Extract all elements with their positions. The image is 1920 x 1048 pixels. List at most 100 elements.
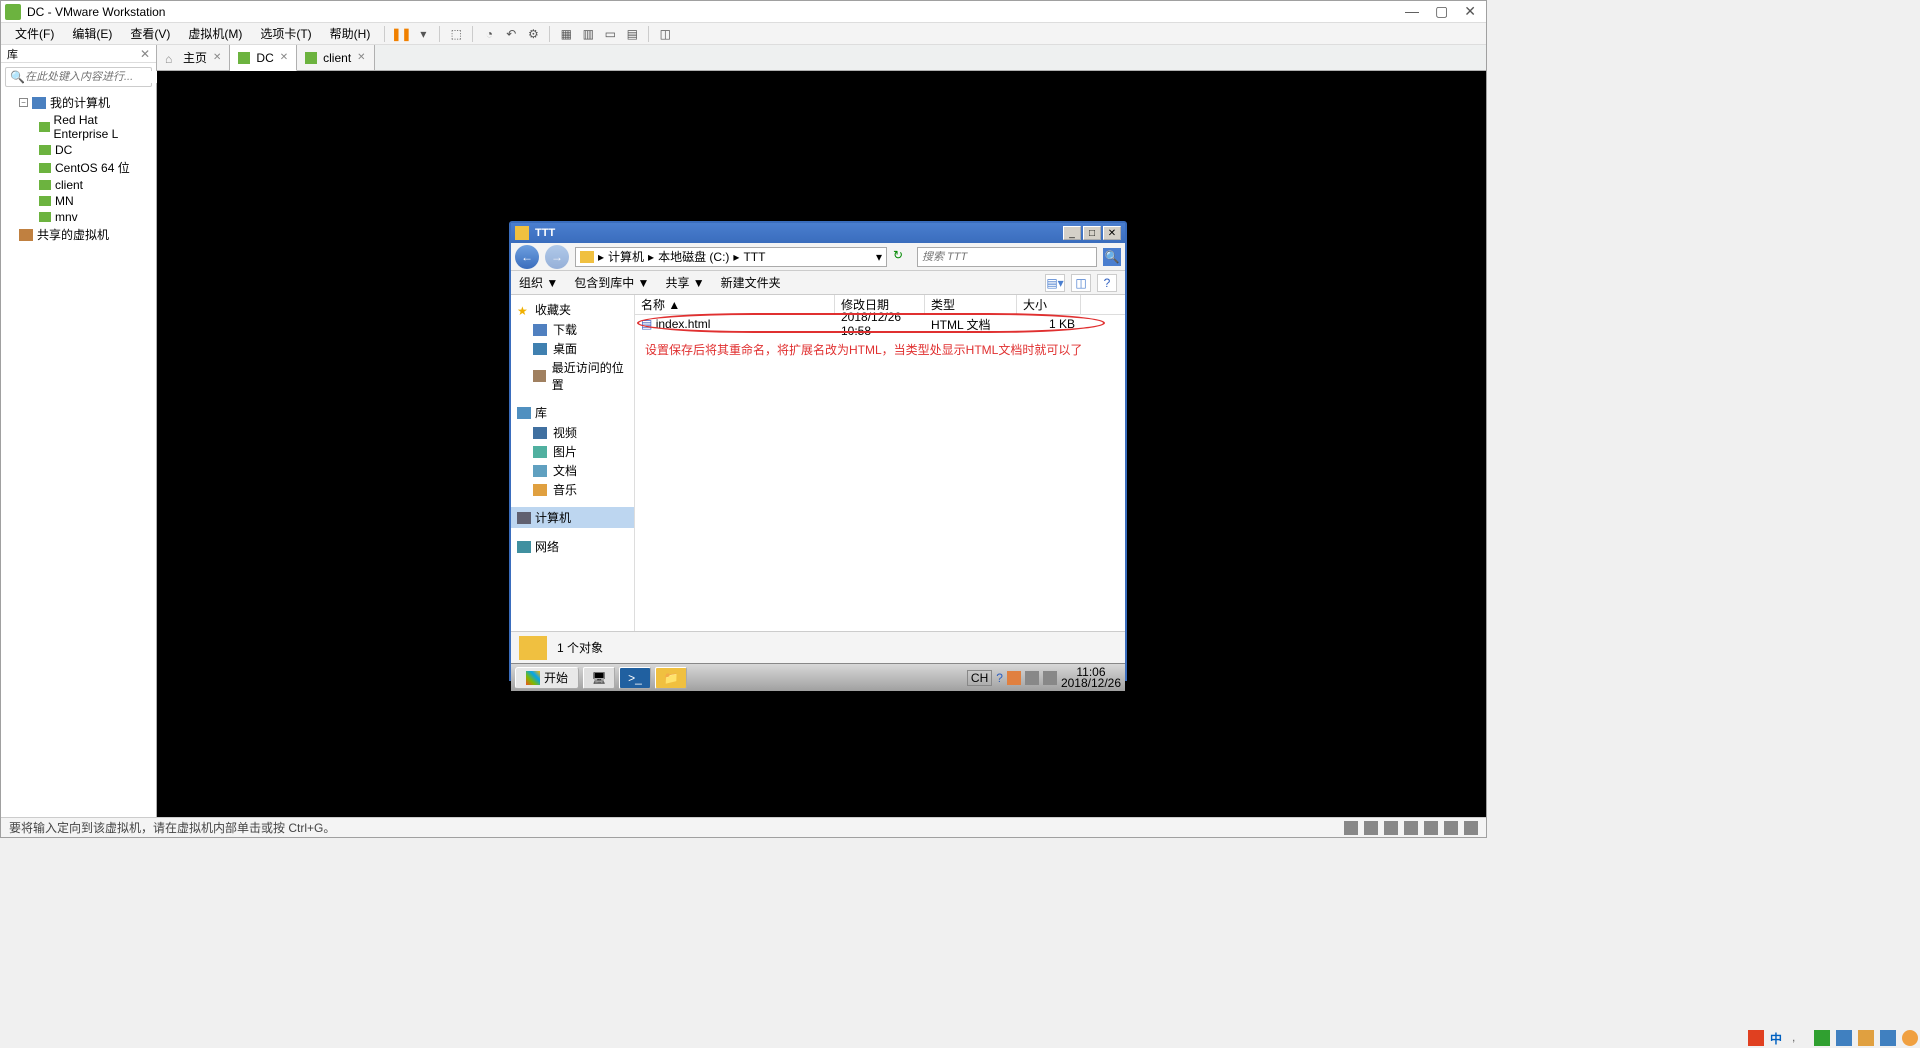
tree-vm-mnv[interactable]: mnv bbox=[5, 209, 152, 225]
tree-vm-client[interactable]: client bbox=[5, 177, 152, 193]
nav-favorites[interactable]: ★收藏夹 bbox=[511, 299, 634, 320]
lang-cn-icon[interactable]: 中 bbox=[1770, 1030, 1786, 1046]
view-unity-icon[interactable]: ▥ bbox=[578, 24, 598, 44]
tray-network-icon[interactable] bbox=[1025, 671, 1039, 685]
tab-close-icon[interactable]: ✕ bbox=[357, 52, 365, 63]
back-button[interactable]: ← bbox=[515, 245, 539, 269]
revert-icon[interactable]: ↶ bbox=[501, 24, 521, 44]
tree-vm-centos[interactable]: CentOS 64 位 bbox=[5, 158, 152, 177]
column-size[interactable]: 大小 bbox=[1017, 295, 1081, 314]
nav-computer[interactable]: 计算机 bbox=[511, 507, 634, 528]
explorer-search[interactable] bbox=[917, 247, 1097, 267]
nav-documents[interactable]: 文档 bbox=[511, 461, 634, 480]
tab-close-icon[interactable]: ✕ bbox=[280, 52, 288, 63]
status-hdd-icon[interactable] bbox=[1344, 821, 1358, 835]
organize-menu[interactable]: 组织 ▼ bbox=[519, 274, 558, 291]
start-button[interactable]: 开始 bbox=[515, 667, 579, 689]
nav-music[interactable]: 音乐 bbox=[511, 480, 634, 499]
search-input[interactable] bbox=[922, 251, 1092, 263]
share-menu[interactable]: 共享 ▼ bbox=[665, 274, 704, 291]
taskbar-powershell-icon[interactable]: >_ bbox=[619, 667, 651, 689]
maximize-button[interactable]: ▢ bbox=[1435, 3, 1448, 20]
menu-view[interactable]: 查看(V) bbox=[122, 23, 178, 44]
status-display-icon[interactable] bbox=[1464, 821, 1478, 835]
close-button[interactable]: ✕ bbox=[1103, 226, 1121, 240]
nav-library[interactable]: 库 bbox=[511, 402, 634, 423]
breadcrumb-disk[interactable]: 本地磁盘 (C:) bbox=[658, 248, 729, 265]
maximize-button[interactable]: □ bbox=[1083, 226, 1101, 240]
help-icon[interactable]: ? bbox=[996, 671, 1003, 685]
preview-pane-icon[interactable]: ◫ bbox=[1071, 274, 1091, 292]
menu-vm[interactable]: 虚拟机(M) bbox=[180, 23, 250, 44]
search-input[interactable] bbox=[25, 71, 168, 83]
taskbar-server-icon[interactable]: 🖥 bbox=[583, 667, 615, 689]
nav-recent[interactable]: 最近访问的位置 bbox=[511, 358, 634, 394]
suspend-icon[interactable]: ⬚ bbox=[446, 24, 466, 44]
nav-downloads[interactable]: 下载 bbox=[511, 320, 634, 339]
status-printer-icon[interactable] bbox=[1444, 821, 1458, 835]
tray-sound-icon[interactable] bbox=[1043, 671, 1057, 685]
menu-edit[interactable]: 编辑(E) bbox=[64, 23, 120, 44]
breadcrumb-folder[interactable]: TTT bbox=[743, 250, 765, 264]
view-fullscreen-icon[interactable]: ▭ bbox=[600, 24, 620, 44]
menu-file[interactable]: 文件(F) bbox=[7, 23, 62, 44]
explorer-titlebar[interactable]: TTT _ □ ✕ bbox=[511, 223, 1125, 243]
help-icon[interactable]: ? bbox=[1097, 274, 1117, 292]
view-menu-icon[interactable]: ▤▾ bbox=[1045, 274, 1065, 292]
pause-button[interactable]: ❚❚ bbox=[391, 24, 411, 44]
tray-icon[interactable]: , bbox=[1792, 1030, 1808, 1046]
tree-shared[interactable]: 共享的虚拟机 bbox=[5, 225, 152, 244]
keyboard-icon[interactable] bbox=[1836, 1030, 1852, 1046]
new-folder-button[interactable]: 新建文件夹 bbox=[721, 274, 781, 291]
dropdown-icon[interactable]: ▾ bbox=[413, 24, 433, 44]
collapse-icon[interactable]: − bbox=[19, 98, 28, 107]
close-button[interactable]: ✕ bbox=[1464, 3, 1476, 20]
vm-console[interactable]: TTT _ □ ✕ ← → ▸ 计算机 ▸ 本地磁盘 (C:) bbox=[157, 71, 1486, 817]
tree-vm-rhel[interactable]: Red Hat Enterprise L bbox=[5, 112, 152, 142]
include-menu[interactable]: 包含到库中 ▼ bbox=[574, 274, 649, 291]
nav-desktop[interactable]: 桌面 bbox=[511, 339, 634, 358]
minimize-button[interactable]: _ bbox=[1063, 226, 1081, 240]
view-multi-icon[interactable]: ▤ bbox=[622, 24, 642, 44]
nav-videos[interactable]: 视频 bbox=[511, 423, 634, 442]
taskbar-explorer-icon[interactable]: 📁 bbox=[655, 667, 687, 689]
sidebar-search[interactable]: 🔍 bbox=[5, 67, 152, 87]
tab-home[interactable]: ⌂ 主页 ✕ bbox=[157, 45, 230, 70]
tab-dc[interactable]: DC ✕ bbox=[230, 45, 297, 71]
status-cd-icon[interactable] bbox=[1364, 821, 1378, 835]
nav-network[interactable]: 网络 bbox=[511, 536, 634, 557]
tab-client[interactable]: client ✕ bbox=[297, 45, 374, 70]
address-bar[interactable]: ▸ 计算机 ▸ 本地磁盘 (C:) ▸ TTT ▾ bbox=[575, 247, 887, 267]
sidebar-close-icon[interactable]: ✕ bbox=[140, 47, 150, 61]
status-sound-icon[interactable] bbox=[1424, 821, 1438, 835]
taskbar-clock[interactable]: 11:06 2018/12/26 bbox=[1061, 667, 1121, 689]
tab-close-icon[interactable]: ✕ bbox=[213, 52, 221, 63]
status-net-icon[interactable] bbox=[1384, 821, 1398, 835]
view-console-icon[interactable]: ▦ bbox=[556, 24, 576, 44]
refresh-icon[interactable]: ↻ bbox=[893, 248, 911, 266]
minimize-button[interactable]: — bbox=[1405, 3, 1419, 20]
menu-tabs[interactable]: 选项卡(T) bbox=[252, 23, 319, 44]
settings-icon[interactable] bbox=[1880, 1030, 1896, 1046]
status-usb-icon[interactable] bbox=[1404, 821, 1418, 835]
lang-indicator[interactable]: CH bbox=[967, 670, 992, 686]
settings-icon[interactable]: ⚙ bbox=[523, 24, 543, 44]
snapshot-icon[interactable]: ◔ bbox=[479, 24, 499, 44]
tool-icon[interactable] bbox=[1858, 1030, 1874, 1046]
tree-vm-mn[interactable]: MN bbox=[5, 193, 152, 209]
file-row[interactable]: ▤ index.html 2018/12/26 10:58 HTML 文档 1 … bbox=[635, 315, 1125, 333]
mic-icon[interactable] bbox=[1814, 1030, 1830, 1046]
forward-button[interactable]: → bbox=[545, 245, 569, 269]
search-icon[interactable]: 🔍 bbox=[1103, 248, 1121, 266]
ime-icon[interactable] bbox=[1748, 1030, 1764, 1046]
column-type[interactable]: 类型 bbox=[925, 295, 1017, 314]
column-name[interactable]: 名称 ▲ bbox=[635, 295, 835, 314]
menu-help[interactable]: 帮助(H) bbox=[322, 23, 379, 44]
tray-flag-icon[interactable] bbox=[1007, 671, 1021, 685]
tree-root[interactable]: − 我的计算机 bbox=[5, 93, 152, 112]
nav-pictures[interactable]: 图片 bbox=[511, 442, 634, 461]
tree-vm-dc[interactable]: DC bbox=[5, 142, 152, 158]
titlebar[interactable]: DC - VMware Workstation — ▢ ✕ bbox=[1, 1, 1486, 23]
breadcrumb-computer[interactable]: 计算机 bbox=[608, 248, 644, 265]
view-fit-icon[interactable]: ◫ bbox=[655, 24, 675, 44]
